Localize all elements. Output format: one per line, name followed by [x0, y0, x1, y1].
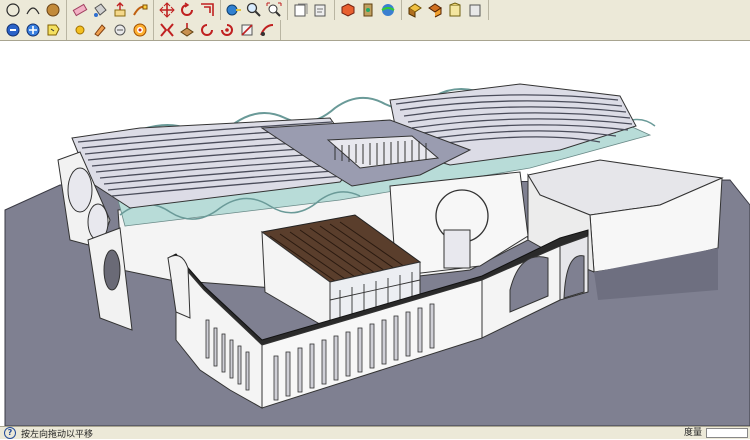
paint-bucket-icon[interactable] [44, 21, 62, 39]
toolbar-group-draw [0, 0, 67, 20]
offset-icon[interactable] [198, 1, 216, 19]
previous-view-icon[interactable] [292, 1, 310, 19]
model-viewport[interactable] [0, 41, 750, 426]
toolbar-secondary [0, 20, 750, 41]
eraser-icon[interactable] [91, 21, 109, 39]
drape-icon[interactable] [198, 21, 216, 39]
iso-view-icon[interactable] [339, 1, 357, 19]
move-icon[interactable] [158, 1, 176, 19]
orbit-icon[interactable] [4, 21, 22, 39]
walk-icon[interactable] [111, 21, 129, 39]
section-plane-icon[interactable] [158, 21, 176, 39]
eraser-icon[interactable] [71, 1, 89, 19]
wireframe-icon[interactable] [446, 1, 464, 19]
toolbar-group-nav [0, 20, 67, 40]
smoove-icon[interactable] [258, 21, 276, 39]
follow-me-icon[interactable] [131, 1, 149, 19]
flip-edge-icon[interactable] [238, 21, 256, 39]
toolbar-group-construct [221, 0, 288, 20]
toolbar-group-style [402, 0, 489, 20]
top-view-icon[interactable] [359, 1, 377, 19]
sandbox-icon[interactable] [178, 21, 196, 39]
arc-icon[interactable] [24, 1, 42, 19]
status-bar: ? 按左向拖动以平移 度量 [0, 426, 750, 440]
toolbar-group-sandbox [154, 20, 281, 40]
shaded-icon[interactable] [466, 1, 484, 19]
toolbar-main [0, 0, 750, 21]
toolbar-group-camera [335, 0, 402, 20]
orbit-icon[interactable] [44, 1, 62, 19]
sun-icon[interactable] [71, 21, 89, 39]
pan-icon[interactable] [24, 21, 42, 39]
toolbar-group-modify [154, 0, 221, 20]
help-icon[interactable]: ? [4, 427, 16, 439]
toolbar-group-edit [67, 0, 154, 20]
zoom-icon[interactable] [245, 1, 263, 19]
stamp-icon[interactable] [218, 21, 236, 39]
toolbar-group-shadows [67, 20, 154, 40]
xray-icon[interactable] [426, 1, 444, 19]
measurements-label: 度量 [683, 428, 702, 438]
measurements-input[interactable] [706, 428, 748, 438]
paint-bucket-icon[interactable] [91, 1, 109, 19]
circle-icon[interactable] [4, 1, 22, 19]
pushpull-icon[interactable] [111, 1, 129, 19]
position-camera-icon[interactable] [131, 21, 149, 39]
entry-door [443, 229, 471, 269]
tape-measure-icon[interactable] [225, 1, 243, 19]
toolbar-group-views [288, 0, 335, 20]
right-view-icon[interactable] [406, 1, 424, 19]
zoom-extents-icon[interactable] [265, 1, 283, 19]
next-view-icon[interactable] [312, 1, 330, 19]
rotate-icon[interactable] [178, 1, 196, 19]
front-view-icon[interactable] [379, 1, 397, 19]
